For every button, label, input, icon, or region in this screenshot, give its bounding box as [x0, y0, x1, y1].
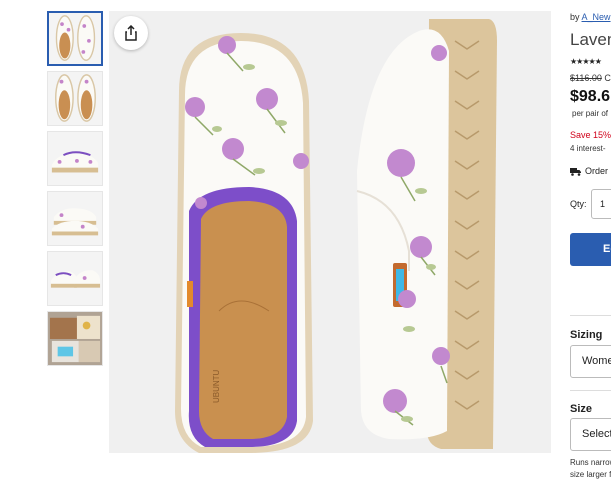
fit-note-line-2: size larger f: [570, 470, 611, 479]
truck-icon: [570, 167, 581, 176]
original-price-value: $116.00: [570, 73, 602, 83]
rating-stars[interactable]: ★★★★★: [570, 57, 602, 66]
share-icon: [125, 25, 137, 41]
thumbnail-6[interactable]: [47, 311, 103, 366]
size-select[interactable]: Select: [570, 418, 611, 451]
main-product-image: UBUNTU: [109, 11, 551, 453]
sizing-select[interactable]: Wome: [570, 345, 611, 378]
thumbnail-strip: [47, 11, 104, 371]
price-unit: per pair of: [572, 109, 609, 118]
product-title: Laven: [570, 30, 611, 49]
fit-note: Runs narrow size larger f: [570, 457, 611, 481]
size-label: Size: [570, 403, 593, 415]
thumbnail-1[interactable]: [47, 11, 103, 66]
share-button[interactable]: [114, 16, 148, 50]
sizing-label: Sizing: [570, 329, 603, 341]
product-info-panel: by A_New Laven ★★★★★ $116.00 Co $98.6 pe…: [570, 0, 611, 500]
thumbnail-4[interactable]: [47, 191, 103, 246]
edit-design-button[interactable]: Ed: [570, 233, 611, 266]
qty-label: Qty:: [570, 199, 587, 209]
order-info: Order: [570, 166, 608, 176]
divider: [570, 315, 611, 316]
thumbnail-3[interactable]: [47, 131, 103, 186]
thumbnail-5[interactable]: [47, 251, 103, 306]
qty-input[interactable]: 1: [591, 189, 611, 219]
by-prefix: by: [570, 12, 582, 22]
thumbnail-2[interactable]: [47, 71, 103, 126]
divider: [570, 390, 611, 391]
svg-text:UBUNTU: UBUNTU: [212, 369, 221, 403]
product-page: UBUNTU by A_New Lave ★★★★★ $116.00 C $98…: [0, 0, 611, 500]
original-price-suffix: Co: [604, 73, 611, 83]
savings-text: Save 15%: [570, 130, 611, 140]
sale-price: $98.6: [570, 88, 611, 105]
designer-link[interactable]: A_New: [582, 12, 611, 22]
order-text: Order: [585, 166, 609, 176]
installments-text[interactable]: 4 interest-: [570, 144, 606, 153]
qty-value: 1: [600, 199, 606, 209]
designer-byline: by A_New: [570, 12, 611, 22]
espadrille-photo: UBUNTU: [109, 11, 551, 453]
original-price: $116.00 Co: [570, 73, 611, 83]
fit-note-line-1: Runs narrow: [570, 458, 611, 467]
